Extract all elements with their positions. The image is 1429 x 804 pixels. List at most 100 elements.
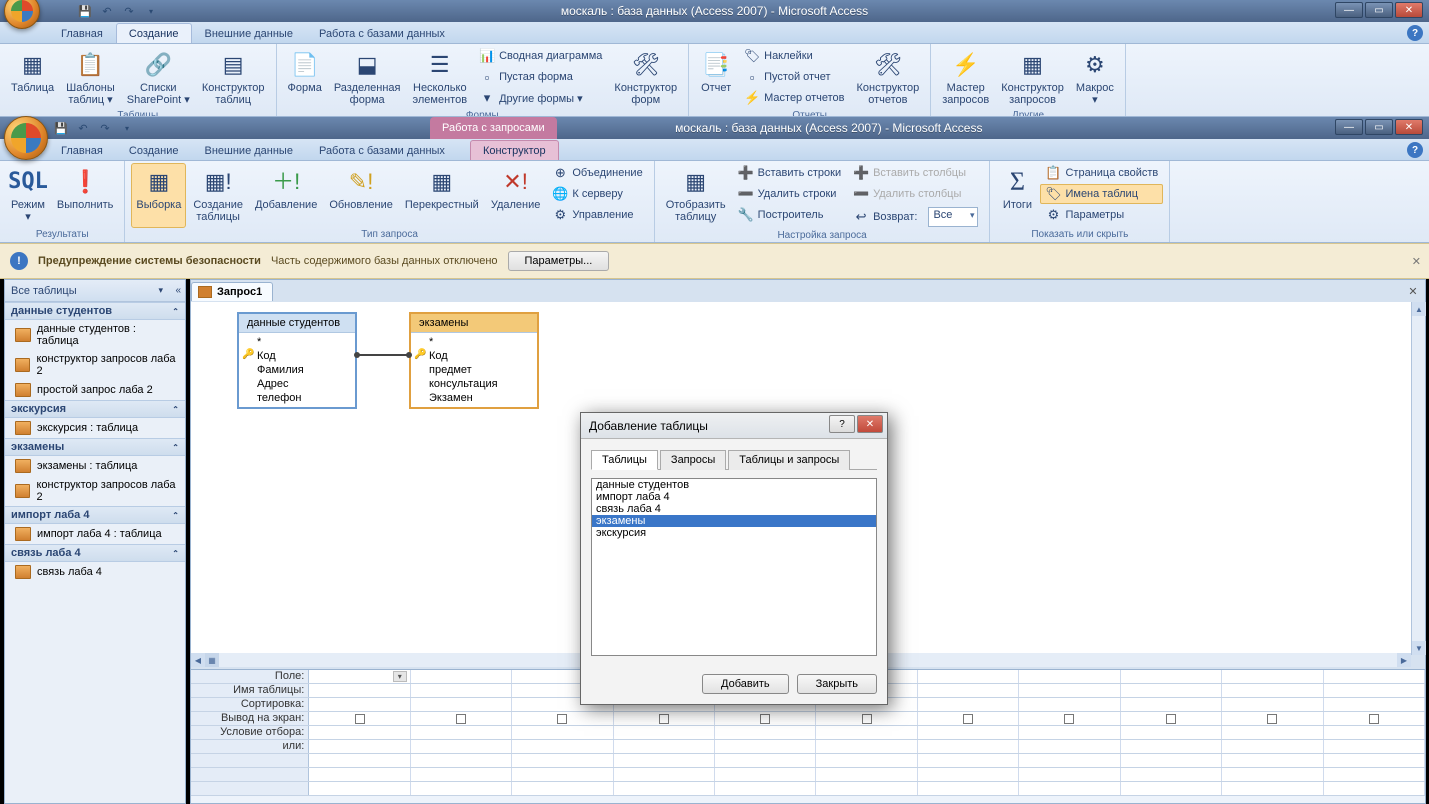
qbe-cell[interactable]	[411, 726, 512, 739]
rb-form-multi[interactable]: ☰Несколько элементов	[408, 46, 473, 109]
qbe-cell[interactable]	[918, 684, 1019, 697]
qat-undo[interactable]: ↶	[74, 119, 92, 137]
qbe-cell[interactable]	[309, 726, 410, 739]
qbe-cell[interactable]	[512, 768, 613, 781]
tab-dbtools[interactable]: Работа с базами данных	[306, 140, 458, 160]
return-combo[interactable]: Все	[928, 207, 978, 227]
qbe-cell[interactable]	[1121, 698, 1222, 711]
checkbox[interactable]	[1267, 714, 1277, 724]
table-field[interactable]: телефон	[239, 391, 355, 405]
checkbox[interactable]	[557, 714, 567, 724]
checkbox[interactable]	[760, 714, 770, 724]
hscroll-thumb[interactable]: ▦	[205, 653, 219, 667]
nav-item[interactable]: связь лаба 4	[5, 562, 185, 582]
dialog-close-x[interactable]: ✕	[857, 415, 883, 433]
qbe-cell[interactable]	[1019, 768, 1120, 781]
nav-item[interactable]: экзамены : таблица	[5, 456, 185, 476]
qbe-cell[interactable]	[614, 712, 715, 725]
qat-save[interactable]: 💾	[52, 119, 70, 137]
hscroll-right[interactable]: ▶	[1397, 653, 1411, 667]
checkbox[interactable]	[862, 714, 872, 724]
qbe-cell[interactable]	[512, 712, 613, 725]
qbe-cell[interactable]	[1324, 726, 1425, 739]
min-bg[interactable]: —	[1335, 2, 1363, 18]
dialog-tab[interactable]: Таблицы и запросы	[728, 450, 850, 470]
qbe-cell[interactable]	[512, 782, 613, 795]
qbe-cell[interactable]	[918, 754, 1019, 767]
qbe-cell[interactable]	[1121, 740, 1222, 753]
qbe-cell[interactable]	[512, 740, 613, 753]
table-field[interactable]: Фамилия	[239, 363, 355, 377]
qbe-cell[interactable]	[1121, 684, 1222, 697]
qbe-cell[interactable]	[309, 782, 410, 795]
qbe-cell[interactable]	[1222, 684, 1323, 697]
qbe-cell[interactable]	[715, 726, 816, 739]
nav-cat[interactable]: данные студентов⌃	[5, 302, 185, 320]
rb-totals[interactable]: ΣИтоги	[996, 163, 1038, 228]
rb-tablenames[interactable]: 🏷Имена таблиц	[1040, 184, 1163, 204]
rb-delete[interactable]: ✕!Удаление	[486, 163, 546, 228]
rb-report-ctor[interactable]: 🛠Конструктор отчетов	[852, 46, 925, 109]
rb-otherforms[interactable]: ▾Другие формы ▾	[474, 88, 607, 108]
rb-form-ctor[interactable]: 🛠Конструктор форм	[609, 46, 682, 109]
qbe-cell[interactable]	[918, 768, 1019, 781]
qbe-cell[interactable]	[1019, 712, 1120, 725]
rb-select[interactable]: ▦Выборка	[131, 163, 186, 228]
table-field[interactable]: *	[411, 335, 537, 349]
qbe-cell[interactable]	[715, 740, 816, 753]
qbe-cell[interactable]	[309, 754, 410, 767]
qbe-cell[interactable]	[411, 670, 512, 683]
dialog-add-button[interactable]: Добавить	[702, 674, 789, 694]
qbe-cell[interactable]	[1019, 754, 1120, 767]
table-field[interactable]: Код	[239, 349, 355, 363]
qbe-cell[interactable]	[918, 726, 1019, 739]
qbe-cell[interactable]	[309, 712, 410, 725]
relation-line[interactable]	[357, 354, 409, 356]
rb-repwizard[interactable]: ⚡Мастер отчетов	[739, 88, 849, 108]
rb-table-ctor[interactable]: ▤Конструктор таблиц	[197, 46, 270, 109]
qbe-cell[interactable]	[1019, 698, 1120, 711]
dialog-list-item[interactable]: импорт лаба 4	[592, 491, 876, 503]
rb-table-tpl[interactable]: 📋Шаблоны таблиц ▾	[61, 46, 120, 109]
qbe-cell[interactable]	[1019, 726, 1120, 739]
min-fg[interactable]: —	[1335, 119, 1363, 135]
nav-header[interactable]: Все таблицы ▾ «	[5, 280, 185, 302]
security-options-button[interactable]: Параметры...	[508, 251, 610, 271]
qbe-cell[interactable]	[1222, 782, 1323, 795]
nav-item[interactable]: простой запрос лаба 2	[5, 380, 185, 400]
dialog-title[interactable]: Добавление таблицы ? ✕	[581, 413, 887, 439]
qbe-cell[interactable]	[1121, 768, 1222, 781]
qbe-cell[interactable]	[309, 768, 410, 781]
qbe-cell[interactable]	[1324, 768, 1425, 781]
close-bg[interactable]: ✕	[1395, 2, 1423, 18]
rb-crosstab[interactable]: ▦Перекрестный	[400, 163, 484, 228]
rb-pivot[interactable]: 📊Сводная диаграмма	[474, 46, 607, 66]
qbe-cell[interactable]	[1222, 768, 1323, 781]
checkbox[interactable]	[1369, 714, 1379, 724]
qbe-cell[interactable]	[1019, 670, 1120, 683]
rb-form-split[interactable]: ⬓Разделенная форма	[329, 46, 406, 109]
tab-home[interactable]: Главная	[48, 140, 116, 160]
tab-bg-dbtools[interactable]: Работа с базами данных	[306, 23, 458, 43]
qbe-cell[interactable]	[1324, 754, 1425, 767]
rb-labels[interactable]: 🏷Наклейки	[739, 46, 849, 66]
qat-save-bg[interactable]: 💾	[76, 2, 94, 20]
tab-bg-home[interactable]: Главная	[48, 23, 116, 43]
rb-append[interactable]: ＋!Добавление	[250, 163, 322, 228]
table-header[interactable]: данные студентов	[239, 314, 355, 333]
qbe-cell[interactable]	[614, 782, 715, 795]
nav-cat[interactable]: импорт лаба 4⌃	[5, 506, 185, 524]
tab-bg-external[interactable]: Внешние данные	[192, 23, 306, 43]
nav-cat[interactable]: экзамены⌃	[5, 438, 185, 456]
table-field[interactable]: Экзамен	[411, 391, 537, 405]
qbe-cell[interactable]	[614, 726, 715, 739]
rb-report[interactable]: 📑Отчет	[695, 46, 737, 109]
dialog-list-item[interactable]: экзамены	[592, 515, 876, 527]
max-bg[interactable]: ▭	[1365, 2, 1393, 18]
rb-delrows[interactable]: ➖Удалить строки	[733, 184, 846, 204]
vscroll[interactable]: ▲ ▼	[1411, 302, 1425, 655]
qbe-cell[interactable]	[816, 754, 917, 767]
qat-dd-bg[interactable]: ▾	[142, 2, 160, 20]
qbe-cell[interactable]	[1324, 782, 1425, 795]
tab-create[interactable]: Создание	[116, 140, 192, 160]
